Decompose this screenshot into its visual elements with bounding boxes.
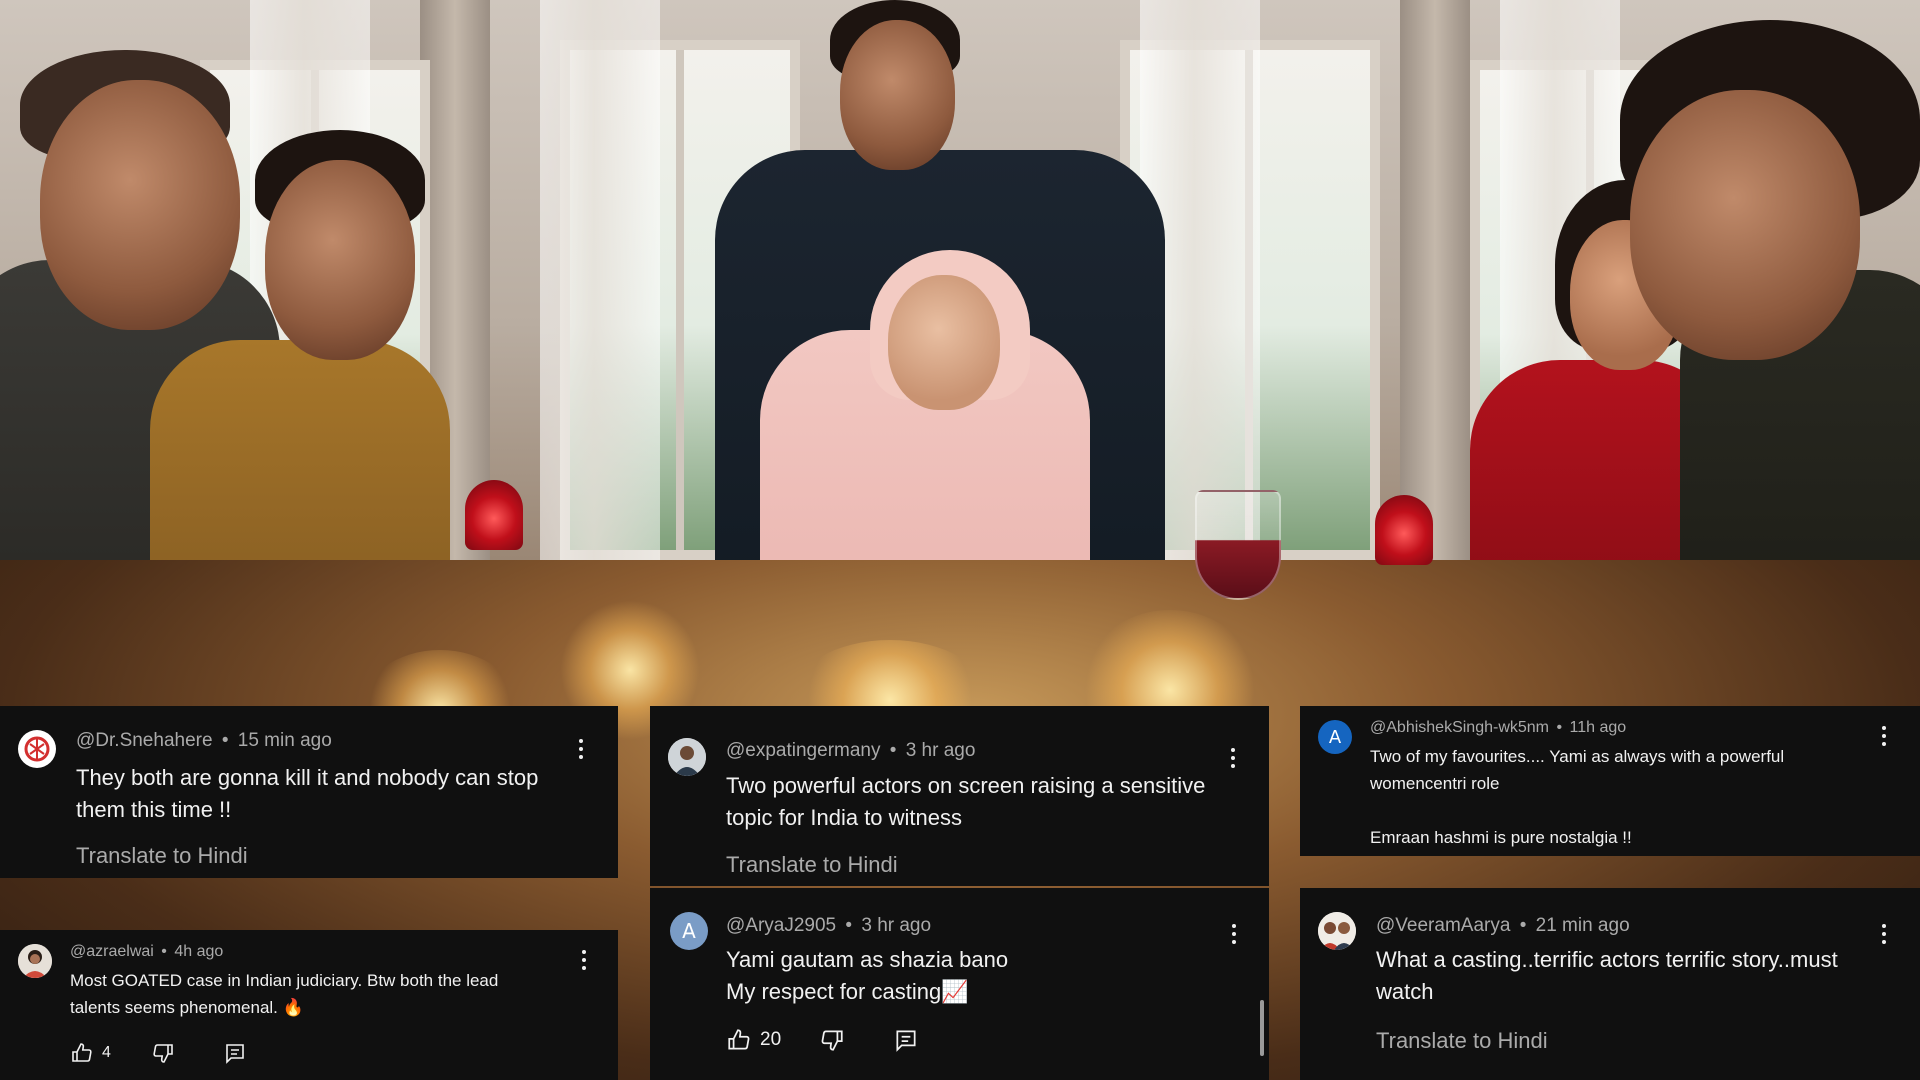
meta-separator: • (845, 915, 853, 936)
avatar-letter: A (682, 919, 696, 943)
comment-time[interactable]: 3 hr ago (906, 740, 976, 761)
reply-icon[interactable] (893, 1027, 919, 1053)
comment-meta: @azraelwai • 4h ago (70, 943, 223, 961)
comment-time[interactable]: 4h ago (174, 943, 223, 960)
comment-actions: 4 (70, 1041, 247, 1065)
wine-glass (1195, 490, 1281, 600)
reply-icon[interactable] (223, 1041, 247, 1065)
meta-separator: • (161, 943, 167, 960)
comment-time[interactable]: 11h ago (1570, 719, 1627, 736)
more-vert-icon[interactable] (1228, 924, 1240, 944)
person-photo-icon (18, 944, 52, 978)
comment-time[interactable]: 21 min ago (1536, 915, 1630, 936)
curtain (540, 0, 660, 620)
meta-separator: • (1519, 915, 1527, 936)
like-count: 20 (760, 1029, 782, 1050)
comment-actions: 20 (726, 1027, 919, 1053)
meta-separator: • (889, 740, 897, 761)
comment-text-paragraph: Emraan hashmi is pure nostalgia !! (1370, 828, 1632, 847)
thumbs-up-icon[interactable] (726, 1027, 752, 1053)
like-count: 4 (102, 1044, 111, 1061)
avatar[interactable] (18, 730, 56, 768)
comment-meta: @expatingermany • 3 hr ago (726, 740, 975, 762)
more-vert-icon[interactable] (1878, 924, 1890, 944)
comment-card: A @AbhishekSingh-wk5nm • 11h ago Two of … (1300, 706, 1920, 856)
meta-separator: • (221, 730, 229, 751)
comment-text: Yami gautam as shazia bano (726, 947, 1009, 972)
comment-text: What a casting..terrific actors terrific… (1376, 947, 1838, 1004)
comment-text: They both are gonna kill it and nobody c… (76, 765, 539, 822)
comment-meta: @VeeramAarya • 21 min ago (1376, 915, 1630, 937)
comment-card: @VeeramAarya • 21 min ago What a casting… (1300, 888, 1920, 1080)
comment-text: Two of my favourites.... Yami as always … (1370, 747, 1785, 793)
translate-link[interactable]: Translate to Hindi (726, 852, 898, 878)
comment-handle[interactable]: @AbhishekSingh-wk5nm (1370, 719, 1549, 736)
avatar[interactable]: A (1318, 720, 1352, 754)
person-photo-icon (1318, 912, 1356, 950)
avatar[interactable] (1318, 912, 1356, 950)
avatar-letter: A (1328, 726, 1342, 748)
comment-meta: @Dr.Snehahere • 15 min ago (76, 730, 332, 752)
meta-separator: • (1556, 719, 1563, 736)
comment-text: My respect for casting📈 (726, 979, 969, 1004)
red-candle-holder (465, 480, 523, 550)
red-logo-icon (24, 736, 50, 762)
more-vert-icon[interactable] (1227, 748, 1239, 768)
comment-text: Most GOATED case in Indian judiciary. Bt… (70, 971, 499, 1017)
comment-time[interactable]: 15 min ago (238, 730, 332, 751)
more-vert-icon[interactable] (578, 950, 590, 970)
comment-text: Two powerful actors on screen raising a … (726, 773, 1206, 830)
comment-handle[interactable]: @VeeramAarya (1376, 915, 1510, 936)
comment-card: A @AryaJ2905 • 3 hr ago Yami gautam as s… (650, 888, 1269, 1080)
red-candle-holder (1375, 495, 1433, 565)
avatar[interactable] (18, 944, 52, 978)
comment-handle[interactable]: @Dr.Snehahere (76, 730, 213, 751)
avatar[interactable]: A (670, 912, 708, 950)
comment-time[interactable]: 3 hr ago (861, 915, 931, 936)
translate-link[interactable]: Translate to Hindi (1376, 1028, 1548, 1054)
comment-meta: @AbhishekSingh-wk5nm • 11h ago (1370, 719, 1626, 737)
scrollbar-thumb[interactable] (1260, 1000, 1264, 1056)
comment-handle[interactable]: @azraelwai (70, 943, 154, 960)
comment-card: @expatingermany • 3 hr ago Two powerful … (650, 706, 1269, 886)
thumbs-up-icon[interactable] (70, 1041, 94, 1065)
thumbs-down-icon[interactable] (819, 1027, 845, 1053)
more-vert-icon[interactable] (575, 739, 587, 759)
comment-handle[interactable]: @expatingermany (726, 740, 880, 761)
avatar[interactable] (668, 738, 706, 776)
thumbs-down-icon[interactable] (151, 1041, 175, 1065)
more-vert-icon[interactable] (1878, 726, 1890, 746)
comment-card: @azraelwai • 4h ago Most GOATED case in … (0, 930, 618, 1080)
comment-handle[interactable]: @AryaJ2905 (726, 915, 836, 936)
comment-card: @Dr.Snehahere • 15 min ago They both are… (0, 706, 618, 878)
translate-link[interactable]: Translate to Hindi (76, 843, 248, 869)
comment-meta: @AryaJ2905 • 3 hr ago (726, 915, 931, 937)
person-photo-icon (668, 738, 706, 776)
